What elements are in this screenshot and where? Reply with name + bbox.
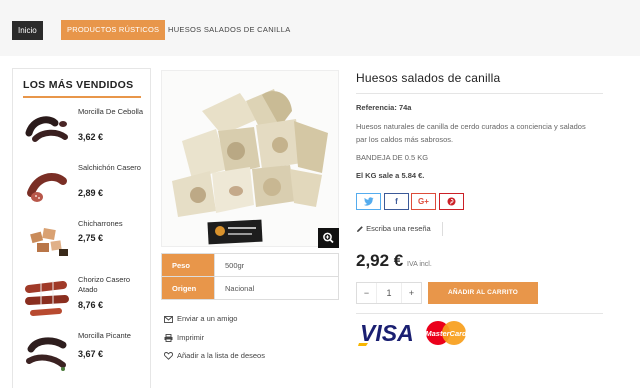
salchichon-thumb[interactable] (23, 163, 71, 205)
product-price: 3,67 € (78, 349, 104, 359)
envelope-icon (164, 315, 173, 323)
product-description: Huesos naturales de canilla de cerdo cur… (356, 122, 586, 144)
send-to-friend-link[interactable]: Enviar a un amigo (164, 314, 237, 323)
share-pinterest-button[interactable] (439, 193, 464, 210)
attributes-table: Peso 500gr Origen Nacional (161, 253, 339, 300)
add-to-cart-button[interactable]: AÑADIR AL CARRITO (428, 282, 538, 304)
facebook-icon: f (395, 197, 398, 206)
twitter-icon (363, 197, 373, 206)
print-link[interactable]: Imprimir (164, 333, 204, 342)
sidebar-product[interactable]: Morcilla De Cebolla 3,62 € (13, 107, 152, 163)
quantity-input[interactable]: 1 (377, 283, 401, 303)
attribute-key: Peso (161, 253, 215, 277)
product-name[interactable]: Chicharrones (78, 219, 148, 229)
reference-label: Referencia: (356, 103, 397, 112)
product-name[interactable]: Morcilla Picante (78, 331, 148, 341)
breadcrumb-home-link[interactable]: Inicio (12, 21, 43, 40)
chicharrones-thumb[interactable] (23, 219, 71, 261)
add-to-wishlist-link[interactable]: Añadir a la lista de deseos (163, 351, 265, 360)
attribute-key: Origen (161, 276, 215, 300)
product-kg-price: El KG sale a 5.84 €. (356, 171, 425, 180)
product-price: 3,62 € (78, 132, 104, 142)
sidebar-product[interactable]: Chorizo Casero Atado 8,76 € (13, 275, 152, 331)
product-name[interactable]: Morcilla De Cebolla (78, 107, 148, 117)
salted-bones-photo (162, 71, 338, 246)
breadcrumb: Inicio PRODUCTOS RÚSTICOS HUESOS SALADOS… (0, 0, 640, 56)
heart-icon (163, 352, 174, 360)
sidebar-product[interactable]: Chicharrones 2,75 € (13, 219, 152, 275)
mastercard-logo: MasterCard (425, 329, 467, 338)
write-review-link[interactable]: Escriba una reseña (356, 224, 431, 233)
payment-cards-icon: VISA MasterCard (358, 320, 467, 346)
pinterest-icon (447, 197, 456, 206)
product-name[interactable]: Chorizo Casero Atado (78, 275, 148, 295)
breadcrumb-category-link[interactable]: PRODUCTOS RÚSTICOS (61, 20, 166, 40)
divider (442, 222, 443, 236)
table-row: Peso 500gr (161, 253, 339, 277)
divider (356, 93, 603, 94)
zoom-button[interactable] (318, 228, 339, 248)
product-package: BANDEJA DE 0.5 KG (356, 153, 429, 162)
google-plus-icon: G+ (418, 197, 429, 206)
write-review-label: Escriba una reseña (366, 224, 431, 233)
zoom-icon (323, 232, 334, 244)
share-google-plus-button[interactable]: G+ (411, 193, 436, 210)
share-twitter-button[interactable] (356, 193, 381, 210)
wishlist-label: Añadir a la lista de deseos (177, 351, 265, 360)
product-name[interactable]: Salchichón Casero (78, 163, 148, 173)
printer-icon (164, 334, 173, 342)
quantity-increase-button[interactable]: + (401, 283, 421, 303)
print-label: Imprimir (177, 333, 205, 342)
quantity-decrease-button[interactable]: − (357, 283, 377, 303)
attribute-value: 500gr (214, 253, 339, 277)
product-price: 8,76 € (78, 300, 104, 310)
best-sellers-sidebar: LOS MÁS VENDIDOS Morcilla De Cebolla 3,6… (12, 68, 151, 388)
product-title: Huesos salados de canilla (356, 71, 501, 85)
visa-logo: VISA (360, 320, 414, 346)
best-sellers-title: LOS MÁS VENDIDOS (23, 79, 134, 91)
attribute-value: Nacional (214, 276, 339, 300)
table-row: Origen Nacional (161, 276, 339, 300)
send-to-friend-label: Enviar a un amigo (177, 314, 238, 323)
breadcrumb-current: HUESOS SALADOS DE CANILLA (168, 25, 291, 34)
product-price: 2,89 € (78, 188, 104, 198)
title-underline (23, 96, 141, 98)
sidebar-product[interactable]: Salchichón Casero 2,89 € (13, 163, 152, 219)
product-reference: Referencia: 74a (356, 103, 411, 112)
reference-value: 74a (398, 103, 412, 112)
product-main-image[interactable] (161, 70, 339, 247)
sidebar-product[interactable]: Morcilla Picante 3,67 € (13, 331, 152, 387)
quantity-stepper: − 1 + (356, 282, 422, 304)
pencil-icon (357, 226, 363, 233)
morcilla-cebolla-thumb[interactable] (23, 107, 71, 149)
share-facebook-button[interactable]: f (384, 193, 409, 210)
payment-logos: VISA MasterCard (358, 319, 470, 354)
tax-note: IVA incl. (407, 261, 432, 268)
chorizo-atado-thumb[interactable] (23, 275, 71, 317)
morcilla-picante-thumb[interactable] (23, 331, 71, 373)
product-price: 2,75 € (78, 233, 104, 243)
product-price: 2,92 € (356, 251, 404, 270)
divider (356, 313, 603, 314)
